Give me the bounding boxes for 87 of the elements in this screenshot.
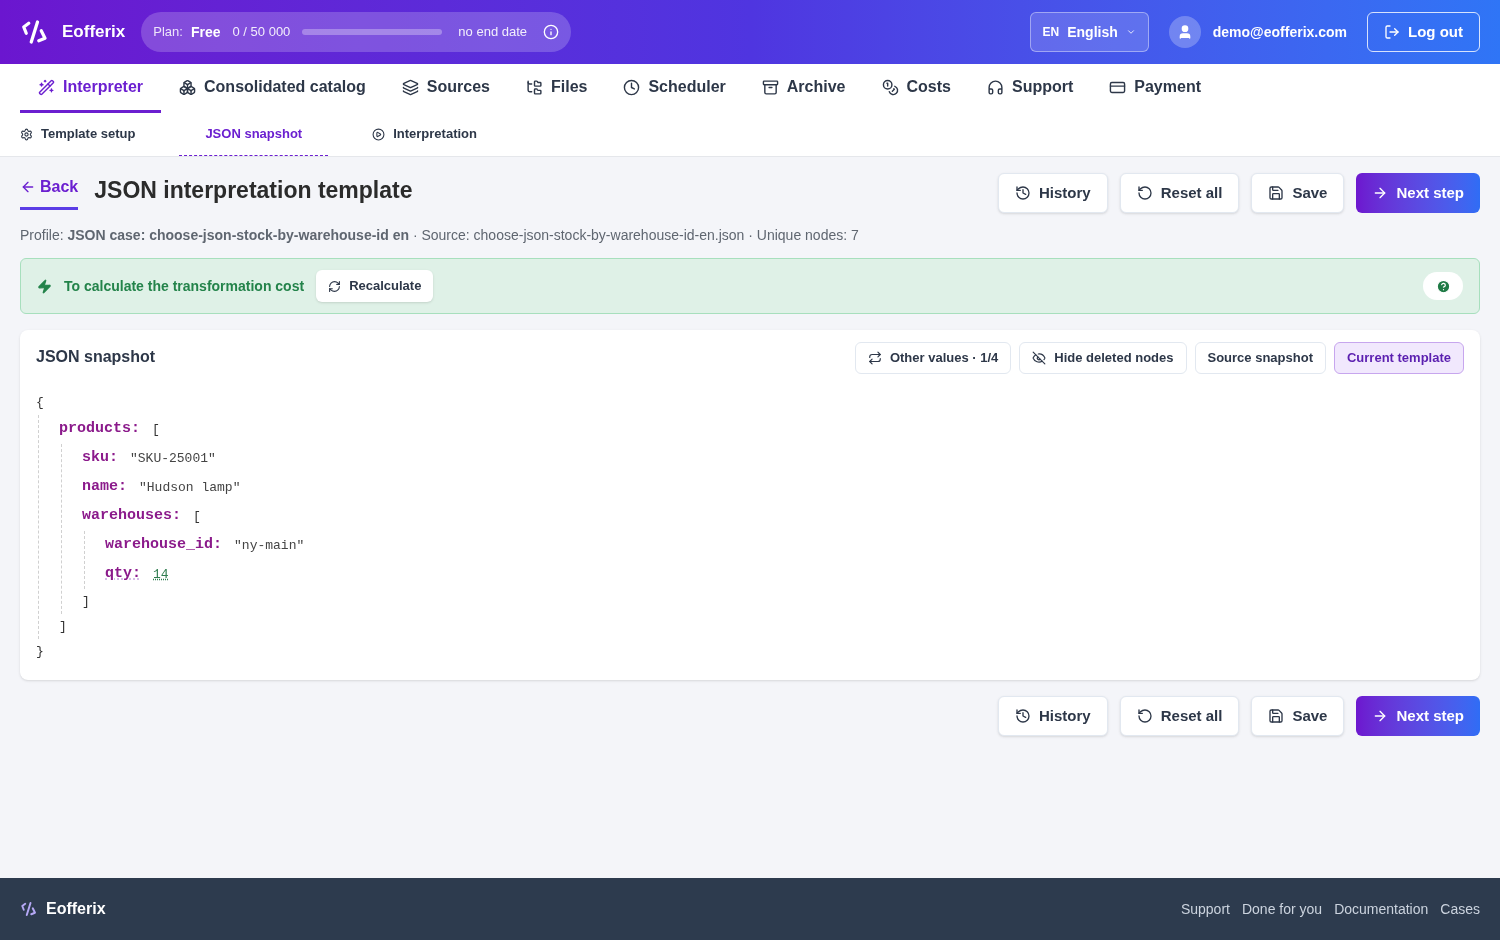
json-bracket: [ bbox=[193, 507, 201, 526]
nav-tab[interactable]: Consolidated catalog bbox=[161, 64, 384, 113]
logo-icon bbox=[20, 17, 50, 47]
arrow-left-icon bbox=[20, 179, 36, 195]
lightning-icon bbox=[37, 278, 52, 294]
nav-tab[interactable]: Archive bbox=[743, 64, 864, 113]
view-toggle-button[interactable]: Current template bbox=[1333, 342, 1464, 374]
nav-tab[interactable]: Sources bbox=[383, 64, 508, 113]
footer-link[interactable]: Cases bbox=[1440, 898, 1480, 920]
footer-link[interactable]: Support bbox=[1180, 898, 1230, 920]
logout-button[interactable]: Log out bbox=[1367, 12, 1480, 52]
sub-tab[interactable]: JSON snapshot bbox=[179, 113, 329, 156]
user-email: demo@eofferix.com bbox=[1212, 22, 1347, 42]
nav-tab[interactable]: Support bbox=[968, 64, 1092, 113]
plan-end-date: no end date bbox=[458, 23, 528, 42]
card-title: JSON snapshot bbox=[36, 347, 156, 367]
page-title: JSON interpretation template bbox=[94, 176, 413, 205]
json-key: warehouse_id: bbox=[105, 534, 223, 557]
back-link[interactable]: Back bbox=[20, 175, 79, 210]
json-key: products: bbox=[59, 418, 140, 441]
action-button[interactable]: Reset all bbox=[1119, 173, 1240, 213]
reset-icon bbox=[1136, 185, 1153, 201]
history-icon bbox=[1015, 185, 1032, 201]
nav-tab[interactable]: Files bbox=[507, 64, 606, 113]
boxes-icon bbox=[179, 78, 197, 96]
layers-icon bbox=[401, 78, 419, 96]
settings-icon bbox=[20, 127, 33, 141]
save-icon bbox=[1268, 708, 1285, 724]
view-toggle-button[interactable]: Other values · 1/4 bbox=[854, 342, 1012, 374]
help-icon bbox=[1435, 278, 1451, 294]
logo-icon bbox=[20, 900, 38, 918]
language-select[interactable]: EN English bbox=[1029, 12, 1149, 52]
clock-icon bbox=[623, 78, 641, 96]
footer-link[interactable]: Documentation bbox=[1334, 898, 1429, 920]
headset-icon bbox=[986, 78, 1004, 96]
history-icon bbox=[1015, 708, 1032, 724]
next-step-button[interactable]: Next step bbox=[1356, 696, 1480, 736]
magic-wand-icon bbox=[38, 78, 55, 96]
json-bracket: ] bbox=[59, 617, 67, 636]
json-key: sku: bbox=[82, 447, 118, 470]
save-icon bbox=[1268, 185, 1285, 201]
json-bracket: { bbox=[36, 393, 44, 412]
plan-name: Free bbox=[190, 22, 221, 42]
caret-icon bbox=[1125, 27, 1136, 37]
refresh-icon bbox=[328, 279, 342, 293]
repeat-icon bbox=[867, 351, 882, 365]
json-string-value: "SKU-25001" bbox=[130, 449, 216, 468]
footer-link[interactable]: Done for you bbox=[1241, 898, 1323, 920]
action-button[interactable]: Reset all bbox=[1119, 696, 1240, 736]
coins-icon bbox=[881, 78, 899, 96]
logout-icon bbox=[1384, 24, 1400, 40]
footer-brand: Eofferix bbox=[46, 899, 106, 919]
archive-icon bbox=[761, 78, 779, 96]
json-bracket: ] bbox=[82, 592, 90, 611]
reset-icon bbox=[1136, 708, 1153, 724]
help-button[interactable] bbox=[1423, 272, 1463, 300]
nav-tab[interactable]: Costs bbox=[863, 64, 969, 113]
action-button[interactable]: History bbox=[998, 173, 1108, 213]
json-string-value: "Hudson lamp" bbox=[139, 478, 241, 497]
recalculate-button[interactable]: Recalculate bbox=[316, 270, 434, 302]
notice-text: To calculate the transformation cost bbox=[64, 276, 305, 296]
brand-name: Eofferix bbox=[62, 21, 126, 44]
json-number-value: 14 bbox=[153, 565, 169, 584]
next-step-button[interactable]: Next step bbox=[1356, 173, 1480, 213]
info-icon bbox=[543, 24, 560, 40]
action-button[interactable]: History bbox=[998, 696, 1108, 736]
view-toggle-button[interactable]: Hide deleted nodes bbox=[1019, 342, 1187, 374]
json-bracket: } bbox=[36, 642, 44, 661]
nav-tab[interactable]: Payment bbox=[1091, 64, 1219, 113]
plan-label: Plan: bbox=[153, 23, 183, 42]
action-button[interactable]: Save bbox=[1251, 173, 1345, 213]
sub-tab[interactable]: Interpretation bbox=[372, 113, 477, 156]
play-icon bbox=[372, 127, 386, 141]
json-string-value: "ny-main" bbox=[234, 536, 305, 555]
json-key: name: bbox=[82, 476, 127, 499]
json-key: warehouses: bbox=[82, 505, 182, 528]
plan-usage: 0 / 50 000 bbox=[232, 23, 291, 42]
profile-meta: Profile: JSON case: choose-json-stock-by-warehouse-id en · Source: choose-json-stock-by-warehouse-id-en.json · Unique nodes: 7 bbox=[20, 226, 860, 245]
json-key: qty: bbox=[105, 563, 141, 586]
sub-tab[interactable]: Template setup bbox=[20, 113, 136, 156]
eye-off-icon bbox=[1032, 351, 1047, 365]
folder-tree-icon bbox=[525, 78, 543, 96]
json-bracket: [ bbox=[152, 420, 160, 439]
view-toggle-button[interactable]: Source snapshot bbox=[1194, 342, 1326, 374]
nav-tab[interactable]: Scheduler bbox=[605, 64, 744, 113]
action-button[interactable]: Save bbox=[1251, 696, 1345, 736]
nav-tab[interactable]: Interpreter bbox=[20, 64, 162, 113]
